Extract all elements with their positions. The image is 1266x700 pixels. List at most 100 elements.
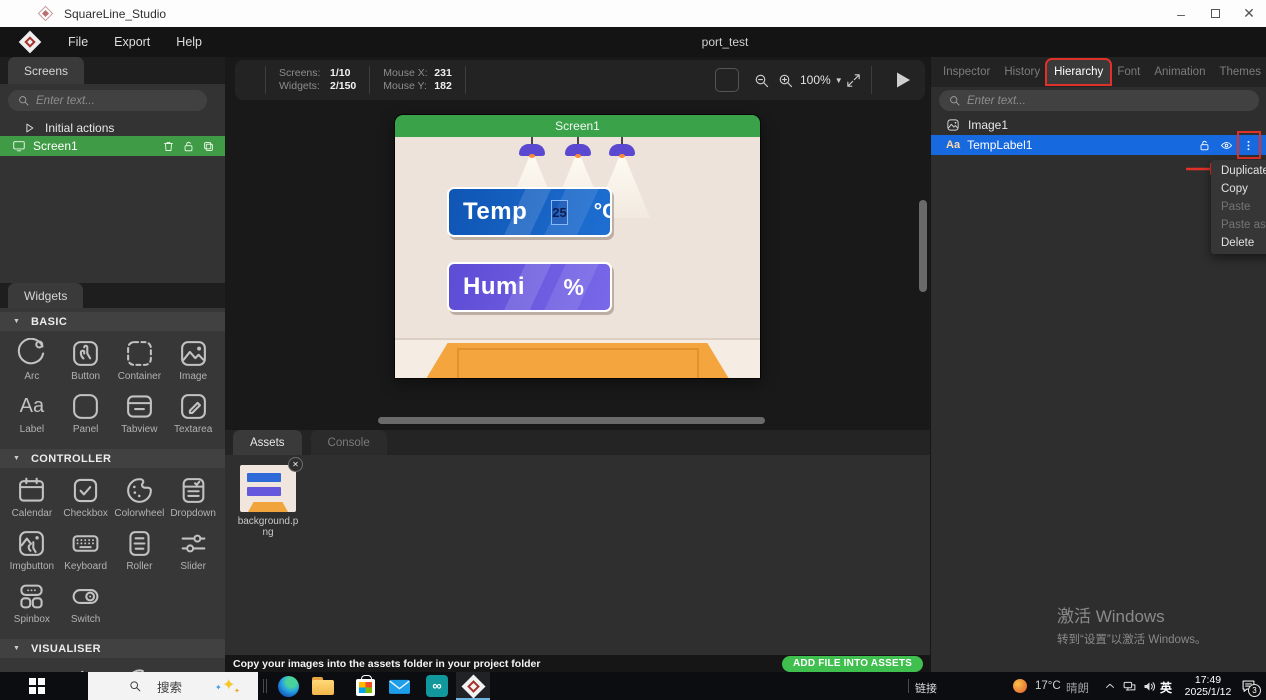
widget-image[interactable]: Image (166, 335, 220, 388)
taskbar-search-input[interactable]: 搜索 ✦✦✦ (88, 672, 258, 700)
widget-keyboard[interactable]: Keyboard (59, 525, 113, 578)
taskbar-app-explorer[interactable] (306, 672, 340, 700)
minimize-button[interactable]: – (1164, 0, 1198, 27)
squareline-studio-window: SquareLine_Studio – ✕ FileExportHelp por… (0, 0, 1266, 700)
network-icon[interactable] (1122, 679, 1137, 694)
start-button[interactable] (29, 678, 45, 694)
widget-section-basic[interactable]: ▼BASIC (0, 312, 225, 331)
widget-imgbutton[interactable]: Imgbutton (5, 525, 59, 578)
widget-tabview[interactable]: Tabview (113, 388, 167, 441)
temp-panel[interactable]: Temp 25 °C (447, 187, 612, 237)
taskbar-clock[interactable]: 17:49 2025/1/12 (1180, 674, 1236, 698)
screen-item-screen1[interactable]: Screen1 (0, 136, 225, 156)
unlock-icon[interactable] (182, 140, 195, 153)
widget-spinner[interactable] (113, 662, 167, 672)
tab-screens[interactable]: Screens (8, 57, 84, 84)
screen-title-bar[interactable]: Screen1 (395, 115, 760, 137)
context-menu-copy[interactable]: Copy (1211, 180, 1266, 198)
widget-label: Arc (24, 371, 39, 382)
workspace: Screens Enter text... Initial actions Sc… (0, 57, 1266, 672)
widget-container[interactable]: Container (113, 335, 167, 388)
widget-dropdown[interactable]: Dropdown (166, 472, 220, 525)
widget-grid (0, 658, 225, 672)
tab-widgets[interactable]: Widgets (8, 283, 83, 308)
widget-slider[interactable]: Slider (166, 525, 220, 578)
context-menu-delete[interactable]: Delete (1211, 234, 1266, 252)
taskbar-app-store[interactable] (348, 672, 382, 700)
widget-switch[interactable]: Switch (59, 578, 113, 631)
widget-button[interactable]: Button (59, 335, 113, 388)
widget-section-controller[interactable]: ▼CONTROLLER (0, 449, 225, 468)
hierarchy-item-templabel1[interactable]: AaTempLabel1 (931, 135, 1266, 155)
taskbar-app-squareline[interactable] (456, 672, 490, 700)
widget-section-visualiser[interactable]: ▼VISUALISER (0, 639, 225, 658)
horizontal-scrollbar[interactable] (378, 417, 765, 424)
speaker-icon[interactable] (1142, 679, 1157, 694)
widget-chart[interactable] (59, 662, 113, 672)
tab-themes[interactable]: Themes (1212, 60, 1266, 84)
taskbar-app-mail[interactable] (382, 672, 416, 700)
fit-screen-button[interactable] (841, 68, 865, 92)
remove-asset-button[interactable]: ✕ (288, 457, 303, 472)
widget-spinbox[interactable]: Spinbox (5, 578, 59, 631)
widget-panel[interactable]: Panel (59, 388, 113, 441)
menu-export[interactable]: Export (114, 35, 150, 49)
stat-row: Screens:1/10 (279, 68, 356, 79)
weather-temp[interactable]: 17°C (1035, 680, 1061, 692)
initial-actions-item[interactable]: Initial actions (0, 118, 225, 137)
humi-unit: % (564, 274, 584, 301)
asset-item[interactable]: ✕background.png (235, 465, 301, 538)
humi-panel[interactable]: Humi % (447, 262, 612, 312)
menu-file[interactable]: File (68, 35, 88, 49)
tab-history[interactable]: History (997, 60, 1047, 84)
tab-inspector[interactable]: Inspector (936, 60, 997, 84)
widget-bar[interactable] (5, 662, 59, 672)
stat-label: Screens: (279, 68, 330, 79)
context-menu-duplicate[interactable]: Duplicate (1211, 162, 1266, 180)
taskbar-app-edge[interactable] (271, 672, 305, 700)
tab-assets[interactable]: Assets (233, 430, 302, 455)
widget-label: Dropdown (170, 508, 216, 519)
play-button[interactable] (887, 68, 917, 92)
duplicate-icon[interactable] (202, 140, 215, 153)
temp-value-label-selected[interactable]: 25 (551, 200, 567, 225)
stat-label: Mouse Y: (383, 81, 434, 92)
tab-hierarchy[interactable]: Hierarchy (1047, 60, 1110, 84)
tab-animation[interactable]: Animation (1147, 60, 1212, 84)
eye-icon[interactable] (1220, 139, 1233, 152)
close-button[interactable]: ✕ (1232, 0, 1266, 27)
zoom-in-button[interactable] (773, 68, 797, 92)
hierarchy-item-image1[interactable]: Image1 (931, 115, 1266, 135)
taskbar-app-arduino[interactable]: ∞ (420, 672, 454, 700)
weather-condition[interactable]: 晴朗 (1066, 680, 1089, 696)
stat-row: Mouse X:231 (383, 68, 452, 79)
widget-textarea[interactable]: Textarea (166, 388, 220, 441)
add-file-into-assets-button[interactable]: ADD FILE INTO ASSETS (782, 656, 923, 672)
background-image-button[interactable] (715, 68, 739, 92)
widget-colorwheel[interactable]: Colorwheel (113, 472, 167, 525)
tab-font[interactable]: Font (1110, 60, 1147, 84)
tab-console[interactable]: Console (311, 430, 387, 455)
screens-search-input[interactable]: Enter text... (8, 90, 207, 111)
screen-canvas[interactable]: Temp 25 °C Humi % (395, 137, 760, 378)
trash-icon[interactable] (162, 140, 175, 153)
menu-help[interactable]: Help (176, 35, 202, 49)
widget-calendar[interactable]: Calendar (5, 472, 59, 525)
stat-group: Screens:1/10Widgets:2/150 (279, 68, 356, 92)
ime-indicator[interactable]: 英 (1160, 679, 1172, 696)
widget-arc[interactable]: Arc (5, 335, 59, 388)
asset-thumbnail[interactable]: ✕ (240, 465, 296, 512)
hierarchy-search-input[interactable]: Enter text... (939, 90, 1259, 111)
maximize-button[interactable] (1198, 0, 1232, 27)
widget-label: Checkbox (63, 508, 107, 519)
zoom-level-dropdown[interactable]: 100% ▼ (800, 60, 843, 100)
vertical-scrollbar[interactable] (919, 200, 927, 292)
chevron-up-icon[interactable] (1103, 679, 1117, 693)
unlock-icon[interactable] (1198, 139, 1211, 152)
widget-label[interactable]: AaLabel (5, 388, 59, 441)
tray-links-label[interactable]: 链接 (915, 680, 937, 696)
widget-roller[interactable]: Roller (113, 525, 167, 578)
widget-checkbox[interactable]: Checkbox (59, 472, 113, 525)
titlebar: SquareLine_Studio – ✕ (0, 0, 1266, 27)
zoom-out-button[interactable] (749, 68, 773, 92)
